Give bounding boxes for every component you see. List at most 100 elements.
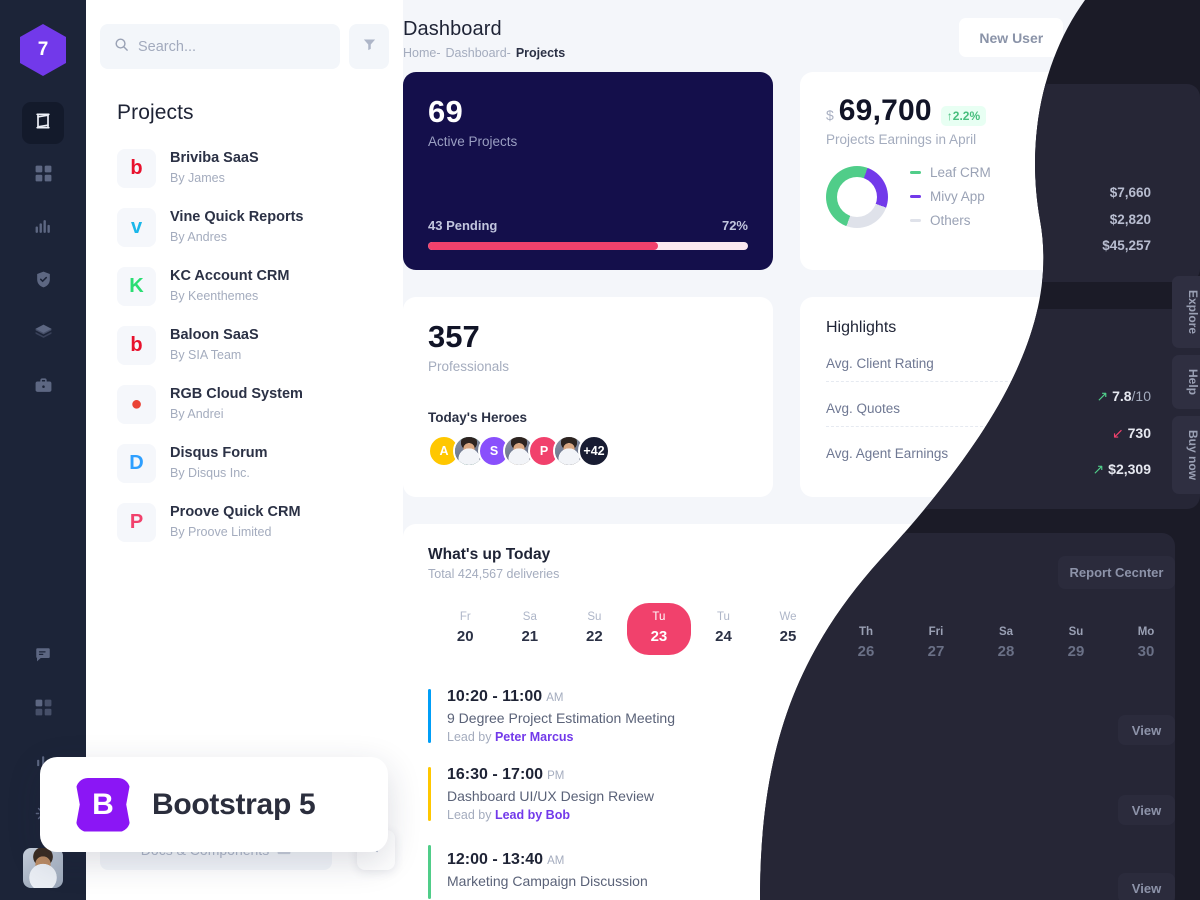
highlight-value-group: ↙ 730 bbox=[1099, 400, 1147, 416]
list-item[interactable]: v Vine Quick Reports By Andres bbox=[117, 198, 403, 257]
highlights-title: Highlights bbox=[826, 319, 897, 336]
project-name: Vine Quick Reports bbox=[170, 209, 304, 226]
day-weekday: We bbox=[779, 611, 797, 623]
event-lead: Lead by Peter Marcus bbox=[447, 730, 675, 744]
day-weekday: Fri bbox=[910, 611, 924, 623]
highlights-card: Highlights Avg. Client Rating ↗ 7.8/10 Av… bbox=[800, 297, 1173, 497]
list-item[interactable]: 10:20 - 11:00 AM 9 Degree Project Estimat… bbox=[428, 677, 1148, 755]
day-cell[interactable]: Fr 20 bbox=[433, 603, 498, 655]
avatar[interactable]: +42 bbox=[578, 435, 610, 467]
day-cell[interactable]: Su 22 bbox=[562, 603, 627, 655]
filter-button[interactable] bbox=[349, 24, 389, 69]
heroes-avatar-group: A S P +42 bbox=[428, 435, 748, 467]
earnings-delta: 2.2% bbox=[952, 109, 981, 123]
event-color-bar bbox=[428, 845, 431, 899]
active-projects-label: Active Projects bbox=[428, 134, 518, 149]
day-selector: Fr 20 Sa 21 Su 22 Tu 23 Tu 24 We 25 Th 26 Fri 27 Sa 28 Su 2… bbox=[428, 603, 1148, 655]
day-cell[interactable]: Tu 24 bbox=[691, 603, 756, 655]
earnings-card: $ 69,700 ↑2.2% Projects Earnings in Apri… bbox=[800, 72, 1173, 270]
side-tab-buy-now[interactable]: Buy now bbox=[1172, 416, 1200, 495]
list-item[interactable]: b Briviba SaaS By James bbox=[117, 139, 403, 198]
project-logo-icon: K bbox=[117, 267, 156, 306]
day-weekday: Tu bbox=[652, 611, 666, 623]
list-item[interactable]: b Baloon SaaS By SIA Team bbox=[117, 316, 403, 375]
day-number: 25 bbox=[779, 628, 797, 645]
avatar[interactable] bbox=[23, 848, 63, 888]
briefcase-icon bbox=[34, 376, 53, 400]
day-cell[interactable]: We 25 bbox=[756, 603, 821, 655]
breadcrumb-item[interactable]: Home- bbox=[403, 46, 441, 60]
highlight-label: Avg. Agent Earnings bbox=[826, 446, 949, 461]
report-center-button[interactable]: Report Cecnter bbox=[1024, 546, 1148, 581]
day-number: 27 bbox=[908, 628, 926, 645]
day-cell[interactable]: Sa 28 bbox=[949, 603, 1014, 655]
sidebar-item-briefcase[interactable] bbox=[22, 367, 64, 409]
earnings-amounts: $7,660 $2,820 $45,257 bbox=[1098, 165, 1147, 228]
view-button[interactable]: View bbox=[1078, 777, 1148, 811]
day-cell[interactable]: Mo 30 bbox=[1078, 603, 1143, 655]
project-author: By Andrei bbox=[170, 406, 224, 421]
day-number: 22 bbox=[586, 628, 603, 645]
list-item[interactable]: 16:30 - 17:00 PM Dashboard UI/UX Design R… bbox=[428, 755, 1148, 833]
legend-amount: $7,660 bbox=[1105, 165, 1147, 180]
day-weekday: Sa bbox=[522, 611, 537, 623]
sidebar-item-chat[interactable] bbox=[22, 636, 64, 678]
view-button[interactable]: View bbox=[1078, 699, 1148, 733]
list-item[interactable]: D Disqus Forum By Disqus Inc. bbox=[117, 434, 403, 493]
sidebar-item-security[interactable] bbox=[22, 261, 64, 303]
top-actions: New User New Goal bbox=[959, 18, 1175, 57]
list-item[interactable]: P Proove Quick CRM By Proove Limited bbox=[117, 493, 403, 552]
sidebar-item-grid[interactable] bbox=[22, 155, 64, 197]
breadcrumb-item[interactable]: Dashboard- bbox=[446, 46, 511, 60]
legend-amount: $45,257 bbox=[1098, 213, 1147, 228]
day-number: 23 bbox=[650, 628, 668, 645]
side-tab-explore[interactable]: Explore bbox=[1172, 276, 1200, 349]
new-goal-button[interactable]: New Goal bbox=[1071, 18, 1175, 57]
project-logo-icon: ● bbox=[117, 385, 156, 424]
event-time-range: 12:00 - 13:40 bbox=[447, 851, 544, 868]
legend-swatch bbox=[910, 171, 921, 174]
sidebar-item-analytics[interactable] bbox=[22, 208, 64, 250]
event-time-range: 16:30 - 17:00 bbox=[447, 766, 544, 783]
event-time: 10:20 - 11:00 AM bbox=[447, 688, 675, 706]
search-input[interactable] bbox=[138, 38, 326, 55]
legend-item: Leaf CRM bbox=[910, 165, 991, 180]
breadcrumb-item[interactable]: Projects bbox=[516, 46, 565, 60]
layers-icon bbox=[34, 323, 53, 347]
list-item[interactable]: ● RGB Cloud System By Andrei bbox=[117, 375, 403, 434]
list-item[interactable]: 12:00 - 13:40 AM Marketing Campaign Discu… bbox=[428, 833, 1148, 900]
app-logo[interactable]: 7 bbox=[20, 24, 66, 76]
professionals-count: 357 bbox=[428, 319, 480, 354]
view-button[interactable]: View bbox=[1078, 855, 1148, 889]
project-logo-icon: v bbox=[117, 208, 156, 247]
project-list: b Briviba SaaS By James v Vine Quick Repo… bbox=[86, 125, 403, 552]
side-tab-help[interactable]: Help bbox=[1172, 355, 1200, 410]
day-cell[interactable]: Su 29 bbox=[1014, 603, 1079, 655]
project-name: Baloon SaaS bbox=[170, 327, 259, 344]
sidebar-item-layers[interactable] bbox=[22, 314, 64, 356]
legend-item: Mivy App bbox=[910, 189, 991, 204]
page-title: Projects bbox=[117, 101, 194, 124]
project-author: By SIA Team bbox=[170, 347, 242, 362]
sidebar-item-apps[interactable] bbox=[22, 689, 64, 731]
legend-label: Leaf CRM bbox=[930, 165, 991, 180]
day-weekday: Su bbox=[1039, 611, 1054, 623]
new-user-button[interactable]: New User bbox=[959, 18, 1064, 57]
day-cell[interactable]: Sa 21 bbox=[498, 603, 563, 655]
sidebar-item-cube[interactable] bbox=[22, 102, 64, 144]
bar-chart-icon bbox=[34, 217, 53, 241]
list-item[interactable]: K KC Account CRM By Keenthemes bbox=[117, 257, 403, 316]
professionals-label: Professionals bbox=[428, 359, 510, 374]
project-logo-icon: b bbox=[117, 326, 156, 365]
highlight-label: Avg. Quotes bbox=[826, 400, 901, 416]
day-cell[interactable]: Fri 27 bbox=[885, 603, 950, 655]
search-box[interactable] bbox=[100, 24, 340, 69]
day-cell[interactable]: Tu 23 bbox=[626, 603, 692, 655]
bootstrap-promo-badge: B Bootstrap 5 bbox=[40, 757, 388, 852]
day-weekday: Sa bbox=[974, 611, 989, 623]
day-cell[interactable]: Th 26 bbox=[820, 603, 885, 655]
day-weekday: Su bbox=[587, 611, 602, 623]
day-weekday: Mo bbox=[1102, 611, 1119, 623]
highlights-rows: Avg. Client Rating ↗ 7.8/10 Avg. Quotes ↙… bbox=[826, 345, 1147, 472]
day-number: 28 bbox=[973, 628, 990, 645]
